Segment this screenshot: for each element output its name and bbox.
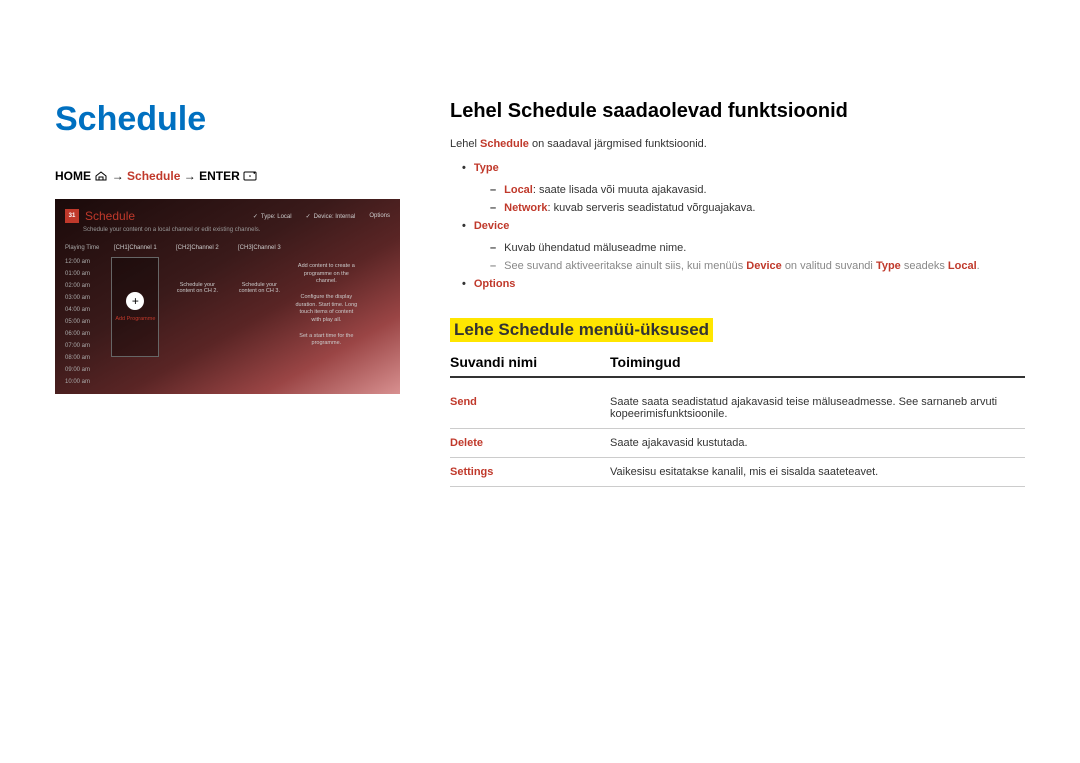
tv-subtitle: Schedule your content on a local channel… bbox=[83, 227, 390, 233]
plus-icon: + bbox=[126, 292, 144, 310]
breadcrumb-enter: ENTER bbox=[199, 169, 240, 183]
tv-ch2-desc: Schedule your content on CH 2. bbox=[171, 282, 223, 294]
row-action: Saate ajakavasid kustutada. bbox=[610, 437, 1025, 449]
enter-icon bbox=[243, 170, 257, 184]
row-name: Settings bbox=[450, 466, 610, 478]
tv-options-label: Options bbox=[369, 213, 390, 220]
feature-list: Type Local: saate lisada või muuta ajaka… bbox=[450, 162, 1025, 290]
breadcrumb: HOME → Schedule → ENTER bbox=[55, 169, 400, 184]
tv-ch3-desc: Schedule your content on CH 3. bbox=[233, 282, 285, 294]
row-action: Saate saata seadistatud ajakavasid teise… bbox=[610, 396, 1025, 420]
tv-time: 07:00 am bbox=[65, 343, 99, 351]
breadcrumb-arrow-2: → bbox=[184, 169, 196, 183]
breadcrumb-home: HOME bbox=[55, 169, 91, 183]
tv-top-options: Type: Local Device: Internal Options bbox=[253, 213, 390, 220]
feature-type-local: Local: saate lisada või muuta ajakavasid… bbox=[450, 184, 1025, 196]
home-icon bbox=[94, 170, 108, 184]
feature-type-network: Network: kuvab serveris seadistatud võrg… bbox=[450, 202, 1025, 214]
row-action: Vaikesisu esitatakse kanalil, mis ei sis… bbox=[610, 466, 1025, 478]
tv-side-descriptions: Add content to create a programme on the… bbox=[295, 263, 357, 387]
th-name: Suvandi nimi bbox=[450, 354, 610, 370]
row-name: Send bbox=[450, 396, 610, 420]
tv-time: 05:00 am bbox=[65, 319, 99, 327]
tv-time: 08:00 am bbox=[65, 355, 99, 363]
feature-options: Options bbox=[450, 278, 1025, 290]
tv-time: 02:00 am bbox=[65, 283, 99, 291]
row-name: Delete bbox=[450, 437, 610, 449]
tv-playing-time-label: Playing Time bbox=[65, 245, 99, 253]
calendar-icon: 31 bbox=[65, 209, 79, 223]
tv-add-label: Add Programme bbox=[115, 316, 155, 322]
breadcrumb-schedule: Schedule bbox=[127, 169, 180, 183]
tv-time: 09:00 am bbox=[65, 367, 99, 375]
tv-preview: 31 Schedule Type: Local Device: Internal… bbox=[55, 199, 400, 394]
tv-time: 06:00 am bbox=[65, 331, 99, 339]
section-title: Lehel Schedule saadaolevad funktsioonid bbox=[450, 100, 1025, 123]
page-title: Schedule bbox=[55, 100, 400, 139]
table-row: Send Saate saata seadistatud ajakavasid … bbox=[450, 388, 1025, 429]
table-row: Settings Vaikesisu esitatakse kanalil, m… bbox=[450, 458, 1025, 487]
tv-time: 10:00 am bbox=[65, 379, 99, 387]
tv-time: 01:00 am bbox=[65, 271, 99, 279]
tv-time: 04:00 am bbox=[65, 307, 99, 315]
tv-time: 12:00 am bbox=[65, 259, 99, 267]
tv-side3: Set a start time for the programme. bbox=[295, 333, 357, 348]
th-action: Toimingud bbox=[610, 354, 681, 370]
breadcrumb-arrow-1: → bbox=[112, 169, 124, 183]
tv-title: Schedule bbox=[85, 209, 135, 223]
feature-device-sub: Kuvab ühendatud mäluseadme nime. bbox=[450, 242, 1025, 254]
tv-device-label: Device: Internal bbox=[306, 213, 356, 220]
tv-side1: Add content to create a programme on the… bbox=[295, 263, 357, 286]
intro-text: Lehel Schedule on saadaval järgmised fun… bbox=[450, 138, 1025, 150]
tv-type-label: Type: Local bbox=[253, 213, 292, 220]
feature-device-note: See suvand aktiveeritakse ainult siis, k… bbox=[450, 260, 1025, 272]
tv-side2: Configure the display duration. Start ti… bbox=[295, 294, 357, 325]
feature-device: Device bbox=[450, 220, 1025, 232]
tv-ch1-label: [CH1]Channel 1 bbox=[114, 245, 157, 251]
tv-ch2-label: [CH2]Channel 2 bbox=[176, 245, 219, 251]
tv-ch3-label: [CH3]Channel 3 bbox=[238, 245, 281, 251]
table-header: Suvandi nimi Toimingud bbox=[450, 354, 1025, 378]
feature-type: Type bbox=[450, 162, 1025, 174]
tv-time-column: Playing Time 12:00 am 01:00 am 02:00 am … bbox=[65, 245, 99, 387]
tv-time: 03:00 am bbox=[65, 295, 99, 303]
tv-add-programme-box: + Add Programme bbox=[111, 257, 159, 357]
table-row: Delete Saate ajakavasid kustutada. bbox=[450, 429, 1025, 458]
subsection-title: Lehe Schedule menüü-üksused bbox=[450, 318, 713, 342]
